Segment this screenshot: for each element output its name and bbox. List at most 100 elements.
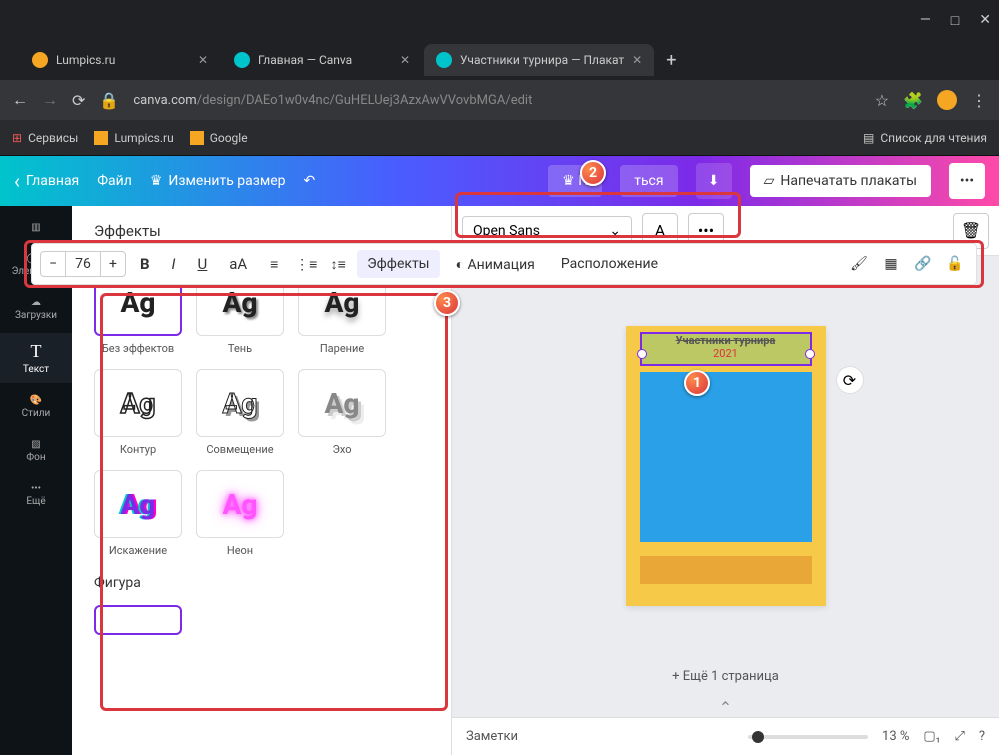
lock-icon[interactable]: 🔓 [942, 256, 968, 272]
poster-text-line1: Участники турнира [642, 334, 810, 347]
font-select[interactable]: Open Sans⌄ [462, 216, 632, 246]
reading-list[interactable]: ▤Список для чтения [863, 131, 987, 145]
menu-icon[interactable]: ⋮ [971, 91, 987, 110]
collapse-icon[interactable]: ⌃ [452, 698, 999, 717]
new-tab-button[interactable]: + [656, 50, 686, 71]
shape-option[interactable] [94, 605, 182, 635]
circle-icon: ◐ [456, 257, 464, 273]
bookmarks-bar: ⊞Сервисы Lumpics.ru Google ▤Список для ч… [0, 120, 999, 156]
font-size-stepper[interactable]: − 76 + [40, 251, 126, 277]
align-icon[interactable]: ≡ [261, 256, 287, 273]
back-icon[interactable]: ← [12, 90, 28, 110]
favicon-icon [32, 52, 48, 68]
add-page-button[interactable]: + Ещё 1 страница [626, 661, 826, 692]
tab-close-icon[interactable]: ✕ [632, 53, 642, 67]
italic-button[interactable]: I [164, 249, 184, 279]
poster-icon: ▱ [764, 173, 775, 189]
maximize-icon[interactable]: □ [951, 12, 959, 29]
file-menu[interactable]: Файл [97, 173, 132, 189]
crown-icon: ♛ [150, 173, 163, 189]
cloud-icon: ☁ [31, 297, 41, 308]
zoom-slider[interactable] [748, 735, 868, 739]
fullscreen-icon[interactable]: ⤢ [954, 729, 964, 744]
annotation-marker: 2 [580, 160, 606, 186]
star-icon[interactable]: ☆ [875, 91, 889, 110]
rail-uploads[interactable]: ☁Загрузки [0, 289, 72, 329]
poster[interactable]: Участники турнира 2021 ⟳ [626, 326, 826, 606]
copy-style-icon[interactable]: 🖌 [846, 256, 872, 272]
grid-icon: ▥ [31, 222, 40, 233]
position-button[interactable]: Расположение [551, 250, 668, 278]
case-button[interactable]: aA [221, 249, 255, 279]
extension-icon[interactable]: 🧩 [903, 91, 923, 110]
tab-close-icon[interactable]: ✕ [198, 53, 208, 67]
animation-button[interactable]: ◐ Анимация [446, 250, 545, 279]
underline-button[interactable]: U [190, 249, 216, 279]
annotation-marker: 1 [684, 370, 710, 396]
effect-splice[interactable]: AgСовмещение [196, 369, 284, 456]
avatar-icon[interactable] [937, 90, 957, 110]
text-toolbar-2: − 76 + B I U aA ≡ ⋮≡ ↕≡ Эффекты ◐ Анимац… [31, 243, 977, 285]
browser-tabs: Lumpics.ru ✕ Главная — Canva ✕ Участники… [0, 40, 999, 80]
resize-button[interactable]: ♛Изменить размер [150, 173, 286, 189]
workspace: ▥ ◯△Элементы ☁Загрузки TТекст 🎨Стили ▨Фо… [0, 206, 999, 755]
palette-icon: 🎨 [30, 395, 42, 406]
effect-echo[interactable]: AgЭхо [298, 369, 386, 456]
effect-outline[interactable]: AgКонтур [94, 369, 182, 456]
poster-orange-bar [640, 556, 812, 584]
print-button[interactable]: ▱Напечатать плакаты [750, 165, 931, 197]
effect-neon[interactable]: AgНеон [196, 470, 284, 557]
close-icon[interactable]: ✕ [979, 12, 991, 28]
canvas-area: Open Sans⌄ A ••• 🗑 Участники турнира 202… [452, 206, 999, 755]
effects-button[interactable]: Эффекты [357, 250, 439, 278]
rail-text[interactable]: TТекст [0, 333, 72, 383]
transparency-icon[interactable]: ▦ [878, 256, 904, 272]
help-icon[interactable]: ? [979, 729, 985, 744]
favicon-icon [234, 52, 250, 68]
duplicate-page-button[interactable]: ⟳ [836, 366, 864, 394]
undo-icon[interactable]: ↶ [304, 173, 316, 189]
address-bar: ← → ⟳ 🔒 canva.com/design/DAEo1w0v4nc/GuH… [0, 80, 999, 120]
share-button[interactable]: ться [620, 165, 677, 197]
reload-icon[interactable]: ⟳ [72, 91, 85, 110]
selected-textbox[interactable]: Участники турнира 2021 [640, 332, 812, 366]
browser-tab[interactable]: Участники турнира — Плакат ✕ [424, 44, 654, 76]
browser-tab[interactable]: Главная — Canva ✕ [222, 44, 422, 76]
forward-icon[interactable]: → [42, 90, 58, 110]
home-button[interactable]: ‹Главная [14, 169, 79, 193]
decrease-icon[interactable]: − [41, 252, 65, 276]
zoom-value: 13 % [882, 729, 909, 744]
more-button[interactable]: ••• [949, 163, 985, 199]
browser-tab[interactable]: Lumpics.ru ✕ [20, 44, 220, 76]
crown-icon: ♛ [562, 173, 575, 189]
font-size-value[interactable]: 76 [65, 252, 101, 276]
notes-button[interactable]: Заметки [466, 729, 518, 744]
tab-close-icon[interactable]: ✕ [400, 53, 410, 67]
section-shape: Фигура [94, 571, 386, 591]
bookmark-google[interactable]: Google [190, 131, 248, 145]
bookmark-lumpics[interactable]: Lumpics.ru [94, 131, 173, 145]
url-text[interactable]: canva.com/design/DAEo1w0v4nc/GuHELUej3Az… [133, 93, 860, 108]
effect-glitch[interactable]: AgИскажение [94, 470, 182, 557]
rail-styles[interactable]: 🎨Стили [0, 387, 72, 427]
lock-icon: 🔒 [99, 91, 119, 110]
list-icon[interactable]: ⋮≡ [293, 256, 319, 273]
bookmark-services[interactable]: ⊞Сервисы [12, 131, 78, 145]
chevron-down-icon: ⌄ [609, 223, 621, 239]
rail-more[interactable]: •••Ещё [0, 475, 72, 515]
rail-background[interactable]: ▨Фон [0, 431, 72, 471]
annotation-marker: 3 [434, 290, 460, 316]
link-icon[interactable]: 🔗 [910, 256, 936, 272]
minimize-icon[interactable]: — [920, 12, 931, 28]
download-button[interactable]: ⬇ [696, 163, 732, 199]
page-view-icon[interactable]: ▢₁ [923, 729, 940, 744]
rail-templates[interactable]: ▥ [0, 214, 72, 241]
poster-blue-block [640, 372, 812, 542]
increase-icon[interactable]: + [101, 252, 125, 276]
effects-panel: Эффекты AgБез эффектов AgТень AgПарение … [72, 206, 452, 755]
bold-button[interactable]: B [132, 249, 158, 279]
tab-title: Главная — Canva [258, 53, 352, 67]
favicon-icon [436, 52, 452, 68]
spacing-icon[interactable]: ↕≡ [325, 256, 351, 273]
canva-header: ‹Главная Файл ♛Изменить размер ↶ ♛ П тьс… [0, 156, 999, 206]
